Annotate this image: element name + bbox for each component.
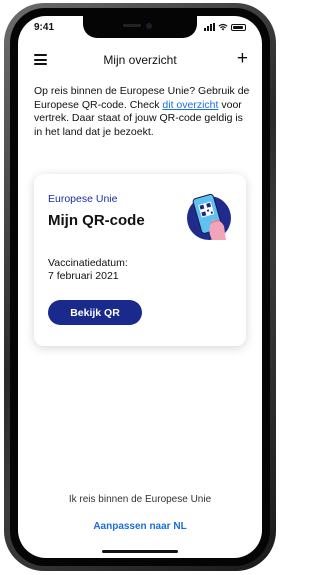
wifi-icon xyxy=(218,23,228,31)
phone-screen: 9:41 Mijn overzicht + Op reis binnen de … xyxy=(18,16,262,558)
cellular-signal-icon xyxy=(204,23,215,31)
plus-icon[interactable]: + xyxy=(237,49,248,68)
status-time: 9:41 xyxy=(34,22,55,33)
view-qr-button[interactable]: Bekijk QR xyxy=(48,300,142,325)
status-icons xyxy=(204,23,246,31)
travel-region-text: Ik reis binnen de Europese Unie xyxy=(68,494,212,505)
phone-qr-code-icon xyxy=(187,193,231,240)
battery-icon xyxy=(231,23,246,31)
card-region-label: Europese Unie xyxy=(48,193,118,205)
page-title: Mijn overzicht xyxy=(103,53,177,67)
home-indicator[interactable] xyxy=(102,550,178,553)
qr-card: Europese Unie Mijn QR-code Vaccinatiedat… xyxy=(34,174,246,346)
intro-text: Op reis binnen de Europese Unie? Gebruik… xyxy=(34,85,250,139)
nav-bar: Mijn overzicht + xyxy=(18,46,262,74)
speaker-grille xyxy=(123,24,141,27)
vaccination-date-value: 7 februari 2021 xyxy=(48,270,119,282)
overview-link[interactable]: dit overzicht xyxy=(162,99,218,111)
card-title: Mijn QR-code xyxy=(48,212,145,229)
front-camera xyxy=(146,23,152,29)
vaccination-date-label: Vaccinatiedatum: xyxy=(48,257,128,269)
change-region-link[interactable]: Aanpassen naar NL xyxy=(18,521,262,532)
notch xyxy=(83,16,197,38)
phone-frame: 9:41 Mijn overzicht + Op reis binnen de … xyxy=(4,3,276,571)
